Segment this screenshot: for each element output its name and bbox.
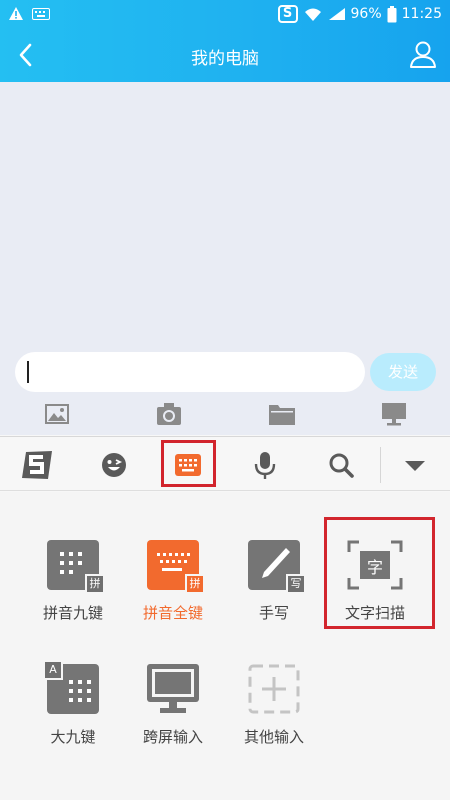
option-label: 拼音九键: [42, 604, 103, 622]
handwriting-badge: 写: [286, 574, 306, 594]
add-plus-icon: [248, 664, 300, 714]
keyboard-status-icon: [32, 7, 50, 20]
sogou-logo-icon[interactable]: [20, 448, 54, 482]
ime-toolbar: [0, 436, 450, 491]
computer-icon[interactable]: [380, 400, 408, 428]
pinyin-full-key-icon: 拼: [147, 540, 205, 594]
chat-header: 我的电脑: [0, 30, 450, 82]
image-icon[interactable]: [43, 400, 71, 428]
option-label: 大九键: [50, 728, 96, 746]
emoji-icon[interactable]: [97, 448, 131, 482]
keyboard-options-panel: 拼 拼音九键 拼 拼音全键 写 手写 字 文字扫描 A 大九键 跨屏输入 其他输…: [0, 492, 450, 800]
wifi-icon: [304, 8, 321, 21]
battery-percent: 96%: [350, 6, 382, 22]
option-big-9key[interactable]: A 大九键: [23, 660, 123, 747]
chat-area: 发送: [0, 82, 450, 435]
user-profile-icon[interactable]: [408, 39, 438, 69]
option-other-input[interactable]: 其他输入: [224, 664, 324, 747]
sogou-status-icon: S: [277, 5, 298, 23]
status-bar: S 96% 11:25: [0, 0, 450, 30]
warning-icon: [9, 7, 23, 20]
big-9key-icon: A: [43, 660, 99, 714]
folder-icon[interactable]: [268, 400, 296, 428]
status-right: S 96% 11:25: [277, 5, 442, 23]
page-title: 我的电脑: [191, 49, 259, 69]
keyboard-highlight-frame: [161, 440, 216, 487]
option-label-active: 拼音全键: [142, 604, 203, 622]
option-handwriting[interactable]: 写 手写: [224, 540, 324, 623]
text-scan-highlight-frame: [324, 517, 435, 629]
top-bar: S 96% 11:25 我的电脑: [0, 0, 450, 82]
status-left: [8, 6, 50, 21]
option-pinyin-9key[interactable]: 拼 拼音九键: [23, 540, 123, 623]
dropdown-arrow-icon[interactable]: [398, 448, 432, 482]
search-icon[interactable]: [324, 448, 358, 482]
battery-icon: [387, 5, 397, 22]
letter-a-badge: A: [43, 660, 63, 680]
microphone-icon[interactable]: [248, 448, 282, 482]
signal-icon: [328, 8, 345, 20]
option-pinyin-full-key[interactable]: 拼 拼音全键: [123, 540, 223, 623]
text-cursor: [27, 361, 29, 383]
option-label: 跨屏输入: [142, 728, 203, 746]
handwriting-icon: 写: [248, 540, 306, 594]
pinyin-badge: 拼: [85, 574, 105, 594]
option-label: 手写: [258, 604, 289, 622]
toolbar-divider: [380, 447, 381, 483]
monitor-icon: [147, 664, 199, 714]
pinyin-9key-icon: 拼: [47, 540, 105, 594]
option-cross-screen-input[interactable]: 跨屏输入: [123, 664, 223, 747]
message-input[interactable]: [15, 352, 365, 392]
clock: 11:25: [401, 6, 442, 22]
option-label: 其他输入: [243, 728, 304, 746]
send-button[interactable]: 发送: [370, 353, 436, 391]
chat-toolbar: [0, 400, 450, 432]
camera-icon[interactable]: [155, 400, 183, 428]
pinyin-badge: 拼: [185, 574, 205, 594]
